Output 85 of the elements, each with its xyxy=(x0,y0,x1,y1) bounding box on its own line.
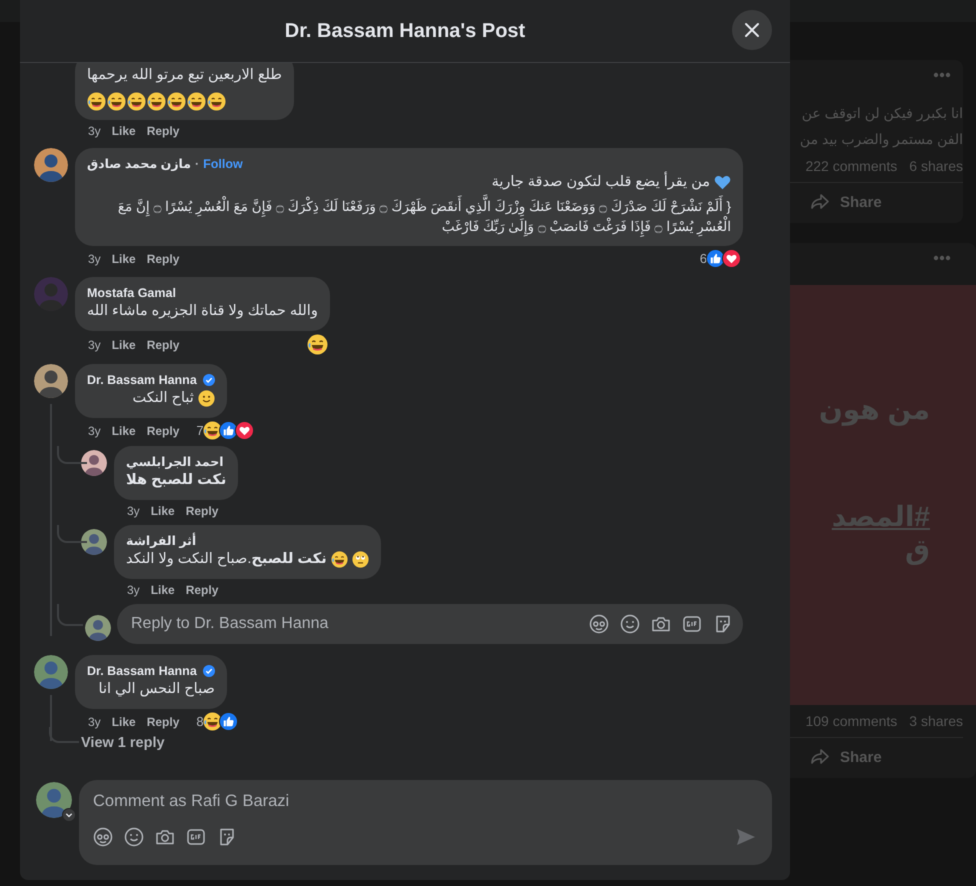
follow-link[interactable]: Follow xyxy=(203,156,243,172)
laughing-emoji-icon xyxy=(202,712,222,731)
comment-text: من يقرأ يضع قلب لتكون صدقة جارية xyxy=(492,172,710,193)
timestamp[interactable]: 3y xyxy=(88,714,101,730)
author-name[interactable]: أثر الفراشة xyxy=(126,533,196,549)
comment-text: نكت للصبح هلا xyxy=(126,471,226,490)
avatar[interactable] xyxy=(81,450,107,476)
reply-link[interactable]: Reply xyxy=(146,714,180,730)
avatar-sticker-icon[interactable] xyxy=(589,614,609,634)
author-name[interactable]: Dr. Bassam Hanna xyxy=(87,663,197,679)
avatar[interactable] xyxy=(34,364,68,398)
close-icon xyxy=(744,22,760,38)
comment-text: { أَلَمْ نَشْرَحْ لَكَ صَدْرَكَ ۝ وَوَضَعْنَا عَنكَ وِزْرَكَ الَّذِي أَنقَضَ ظَهْرَكَ ۝ وَرَفَعْنَا لَكَ ذِكْرَكَ ۝ فَإِنَّ مَعَ الْعُسْرِ يُسْرًا ۝ إِنَّ مَعَ الْعُسْرِ يُسْرًا ۝ فَإِذَا فَرَغْتَ فَانصَبْ ۝ وَإِلَىٰ رَبِّكَ فَارْغَبْ xyxy=(87,197,731,237)
timestamp[interactable]: 3y xyxy=(88,336,101,352)
eye-roll-emoji-icon xyxy=(352,551,369,568)
comment-field[interactable]: Comment as Rafi G Barazi xyxy=(93,790,756,812)
timestamp[interactable]: 3y xyxy=(88,250,101,266)
like-link[interactable]: Like xyxy=(112,422,136,438)
emoji-icon[interactable] xyxy=(124,827,144,847)
post-text: الفن مستمر والضرب بيد من xyxy=(800,130,963,150)
reactions-summary[interactable] xyxy=(310,334,328,355)
timestamp[interactable]: 3y xyxy=(127,503,140,519)
laughing-emoji-icon xyxy=(127,92,146,111)
emoji-icon[interactable] xyxy=(620,614,640,634)
thread-line xyxy=(57,604,83,626)
gif-icon[interactable] xyxy=(186,827,206,847)
avatar[interactable] xyxy=(36,782,72,818)
author-name[interactable]: Dr. Bassam Hanna xyxy=(87,372,197,388)
reply-link[interactable]: Reply xyxy=(146,422,180,438)
avatar[interactable] xyxy=(34,655,68,689)
like-link[interactable]: Like xyxy=(150,503,175,519)
reactions-summary[interactable]: 7 xyxy=(196,421,254,440)
post-text: انا بكبرر فيكن لن اتوقف عن xyxy=(802,104,963,124)
laughing-emoji-icon xyxy=(87,92,106,111)
laughing-emoji-icon xyxy=(187,92,206,111)
author-name[interactable]: Mostafa Gamal xyxy=(87,285,176,301)
laughing-emoji-icon xyxy=(107,92,126,111)
reactions-summary[interactable]: 8 xyxy=(196,712,238,731)
avatar[interactable] xyxy=(81,529,107,555)
close-button[interactable] xyxy=(732,10,772,50)
author-name[interactable]: احمد الجرابلسي xyxy=(126,454,224,470)
comment-text: صباح النحس الي انا xyxy=(98,680,215,699)
timestamp[interactable]: 3y xyxy=(88,123,101,139)
chevron-down-icon[interactable] xyxy=(62,808,76,822)
gif-icon[interactable] xyxy=(682,614,702,634)
reply-link[interactable]: Reply xyxy=(186,582,218,598)
smiling-emoji-icon xyxy=(198,390,215,407)
thumbs-up-icon xyxy=(706,249,725,268)
reply-link[interactable]: Reply xyxy=(146,123,180,139)
comment-text: والله حماتك ولا قناة الجزيره ماشاء الله xyxy=(87,302,318,321)
reply-box[interactable]: Reply to Dr. Bassam Hanna xyxy=(117,604,743,644)
comment-box[interactable]: Comment as Rafi G Barazi xyxy=(79,780,772,865)
laughing-emoji-icon xyxy=(207,92,226,111)
avatar[interactable] xyxy=(85,615,111,641)
laughing-emoji-icon xyxy=(306,334,328,355)
like-link[interactable]: Like xyxy=(150,582,175,598)
thumbs-up-icon xyxy=(218,421,238,440)
reply-field[interactable]: Reply to Dr. Bassam Hanna xyxy=(129,614,589,634)
avatar[interactable] xyxy=(34,148,68,182)
comment-text: نكت للصبح.صباح النكت ولا النكد xyxy=(126,550,327,569)
separator: · xyxy=(194,156,200,172)
timestamp[interactable]: 3y xyxy=(127,582,140,598)
like-link[interactable]: Like xyxy=(112,336,136,352)
avatar-sticker-icon[interactable] xyxy=(93,827,113,847)
laughing-emoji-icon xyxy=(147,92,166,111)
comment-text: طلع الاربعين تبع مرتو الله يرحمها xyxy=(87,66,282,85)
like-link[interactable]: Like xyxy=(112,714,136,730)
comment-text: ثباح النكت xyxy=(132,389,194,408)
heart-emoji-icon xyxy=(714,174,731,191)
reactions-summary[interactable]: 6 xyxy=(700,249,741,268)
like-link[interactable]: Like xyxy=(112,123,136,139)
reply-link[interactable]: Reply xyxy=(186,503,218,519)
dialog-title: Dr. Bassam Hanna's Post xyxy=(284,20,526,42)
share-icon xyxy=(810,193,830,211)
laughing-emoji-icon xyxy=(330,551,348,568)
like-link[interactable]: Like xyxy=(112,250,136,266)
timestamp[interactable]: 3y xyxy=(88,422,101,438)
reply-link[interactable]: Reply xyxy=(146,336,180,352)
laughing-emoji-icon xyxy=(202,421,222,440)
view-replies-link[interactable]: View 1 reply xyxy=(77,735,165,751)
thumbs-up-icon xyxy=(218,712,238,731)
share-icon xyxy=(810,748,830,766)
reply-link[interactable]: Reply xyxy=(146,250,180,266)
author-name[interactable]: مازن محمد صادق xyxy=(87,156,191,172)
laughing-emoji-icon xyxy=(167,92,186,111)
